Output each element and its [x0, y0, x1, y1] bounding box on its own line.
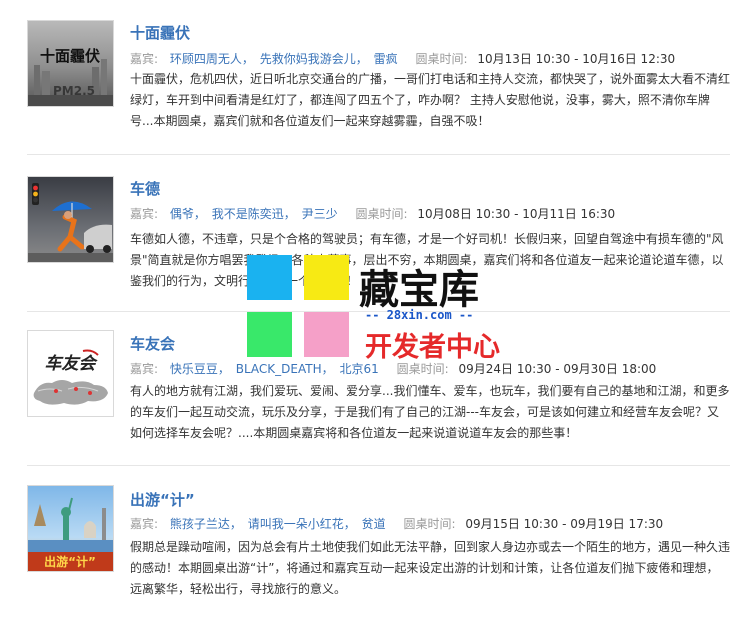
- logo-square-pink: [304, 312, 349, 357]
- topic-thumbnail[interactable]: 十面霾伏 PM2.5: [27, 20, 114, 107]
- topic-meta: 嘉宾: 偶爷， 我不是陈奕迅， 尹三少 圆桌时间: 10月08日 10:30 -…: [130, 207, 616, 221]
- topic-meta: 嘉宾: 环顾四周无人， 先救你妈我游会儿， 雷疯 圆桌时间: 10月13日 10…: [130, 52, 676, 66]
- topic-title[interactable]: 十面霾伏: [130, 22, 190, 43]
- divider: [27, 465, 730, 466]
- topic-description: 有人的地方就有江湖，我们爱玩、爱闹、爱分享...我们懂车、爱车，也玩车，我们要有…: [130, 384, 730, 440]
- guest-link[interactable]: 先救你妈我游会儿: [260, 52, 356, 66]
- topic-description: 假期总是躁动喧闹，因为总会有片土地使我们如此无法平静，回到家人身边亦或去一个陌生…: [130, 540, 731, 596]
- topic-thumbnail[interactable]: [27, 176, 114, 263]
- guest-link[interactable]: 环顾四周无人: [170, 52, 242, 66]
- guest-link[interactable]: 雷疯: [374, 52, 398, 66]
- guest-label: 嘉宾:: [130, 207, 159, 221]
- car-club-image: 车友会: [28, 331, 113, 416]
- smog-image: 十面霾伏 PM2.5: [28, 21, 113, 106]
- guest-link[interactable]: 尹三少: [302, 207, 338, 221]
- guest-link[interactable]: 偶爷: [170, 207, 194, 221]
- watermark-logo: 藏宝库 -- 28xin.com -- 开发者中心: [247, 255, 517, 365]
- guest-label: 嘉宾:: [130, 362, 159, 376]
- roundtable-time: 09月15日 10:30 - 09月19日 17:30: [465, 517, 664, 531]
- roundtable-time: 10月08日 10:30 - 10月11日 16:30: [417, 207, 616, 221]
- time-label: 圆桌时间:: [415, 52, 468, 66]
- topic-title[interactable]: 出游“计”: [130, 489, 195, 510]
- thumb-title: 车友会: [45, 354, 99, 374]
- thumb-title: 出游“计”: [44, 554, 96, 569]
- watermark-site: -- 28xin.com --: [365, 308, 474, 322]
- roundtable-list: 十面霾伏 PM2.5 十面霾伏 嘉宾: 环顾四周无人， 先救你妈我游会儿， 雷疯…: [0, 0, 756, 618]
- guest-link[interactable]: 请叫我一朵小红花: [248, 517, 344, 531]
- watermark-subtitle: 开发者中心: [365, 332, 500, 363]
- time-label: 圆桌时间:: [403, 517, 456, 531]
- logo-square-yellow: [304, 255, 349, 300]
- watermark-brand: 藏宝库: [359, 267, 479, 313]
- divider: [27, 154, 730, 155]
- topic-title[interactable]: 车友会: [130, 333, 175, 354]
- time-label: 圆桌时间:: [355, 207, 408, 221]
- guest-link[interactable]: 贫道: [362, 517, 386, 531]
- logo-square-green: [247, 312, 292, 357]
- thumb-title: 十面霾伏: [40, 47, 100, 65]
- roundtable-time: 10月13日 10:30 - 10月16日 12:30: [477, 52, 676, 66]
- driving-ethics-image: [28, 177, 113, 262]
- logo-square-blue: [247, 255, 292, 300]
- guest-label: 嘉宾:: [130, 517, 159, 531]
- topic-title[interactable]: 车德: [130, 178, 160, 199]
- topic-thumbnail[interactable]: 车友会: [27, 330, 114, 417]
- topic-thumbnail[interactable]: 出游“计”: [27, 485, 114, 572]
- topic-meta: 嘉宾: 熊孩子兰达， 请叫我一朵小红花， 贫道 圆桌时间: 09月15日 10:…: [130, 517, 664, 531]
- topic-description: 十面霾伏，危机四伏，近日听北京交通台的广播，一哥们打电话和主持人交流，都快哭了，…: [130, 72, 731, 128]
- guest-link[interactable]: 我不是陈奕迅: [212, 207, 284, 221]
- travel-image: 出游“计”: [28, 486, 113, 571]
- thumb-subtitle: PM2.5: [53, 84, 95, 98]
- guest-label: 嘉宾:: [130, 52, 159, 66]
- guest-link[interactable]: 快乐豆豆: [170, 362, 218, 376]
- guest-link[interactable]: 熊孩子兰达: [170, 517, 230, 531]
